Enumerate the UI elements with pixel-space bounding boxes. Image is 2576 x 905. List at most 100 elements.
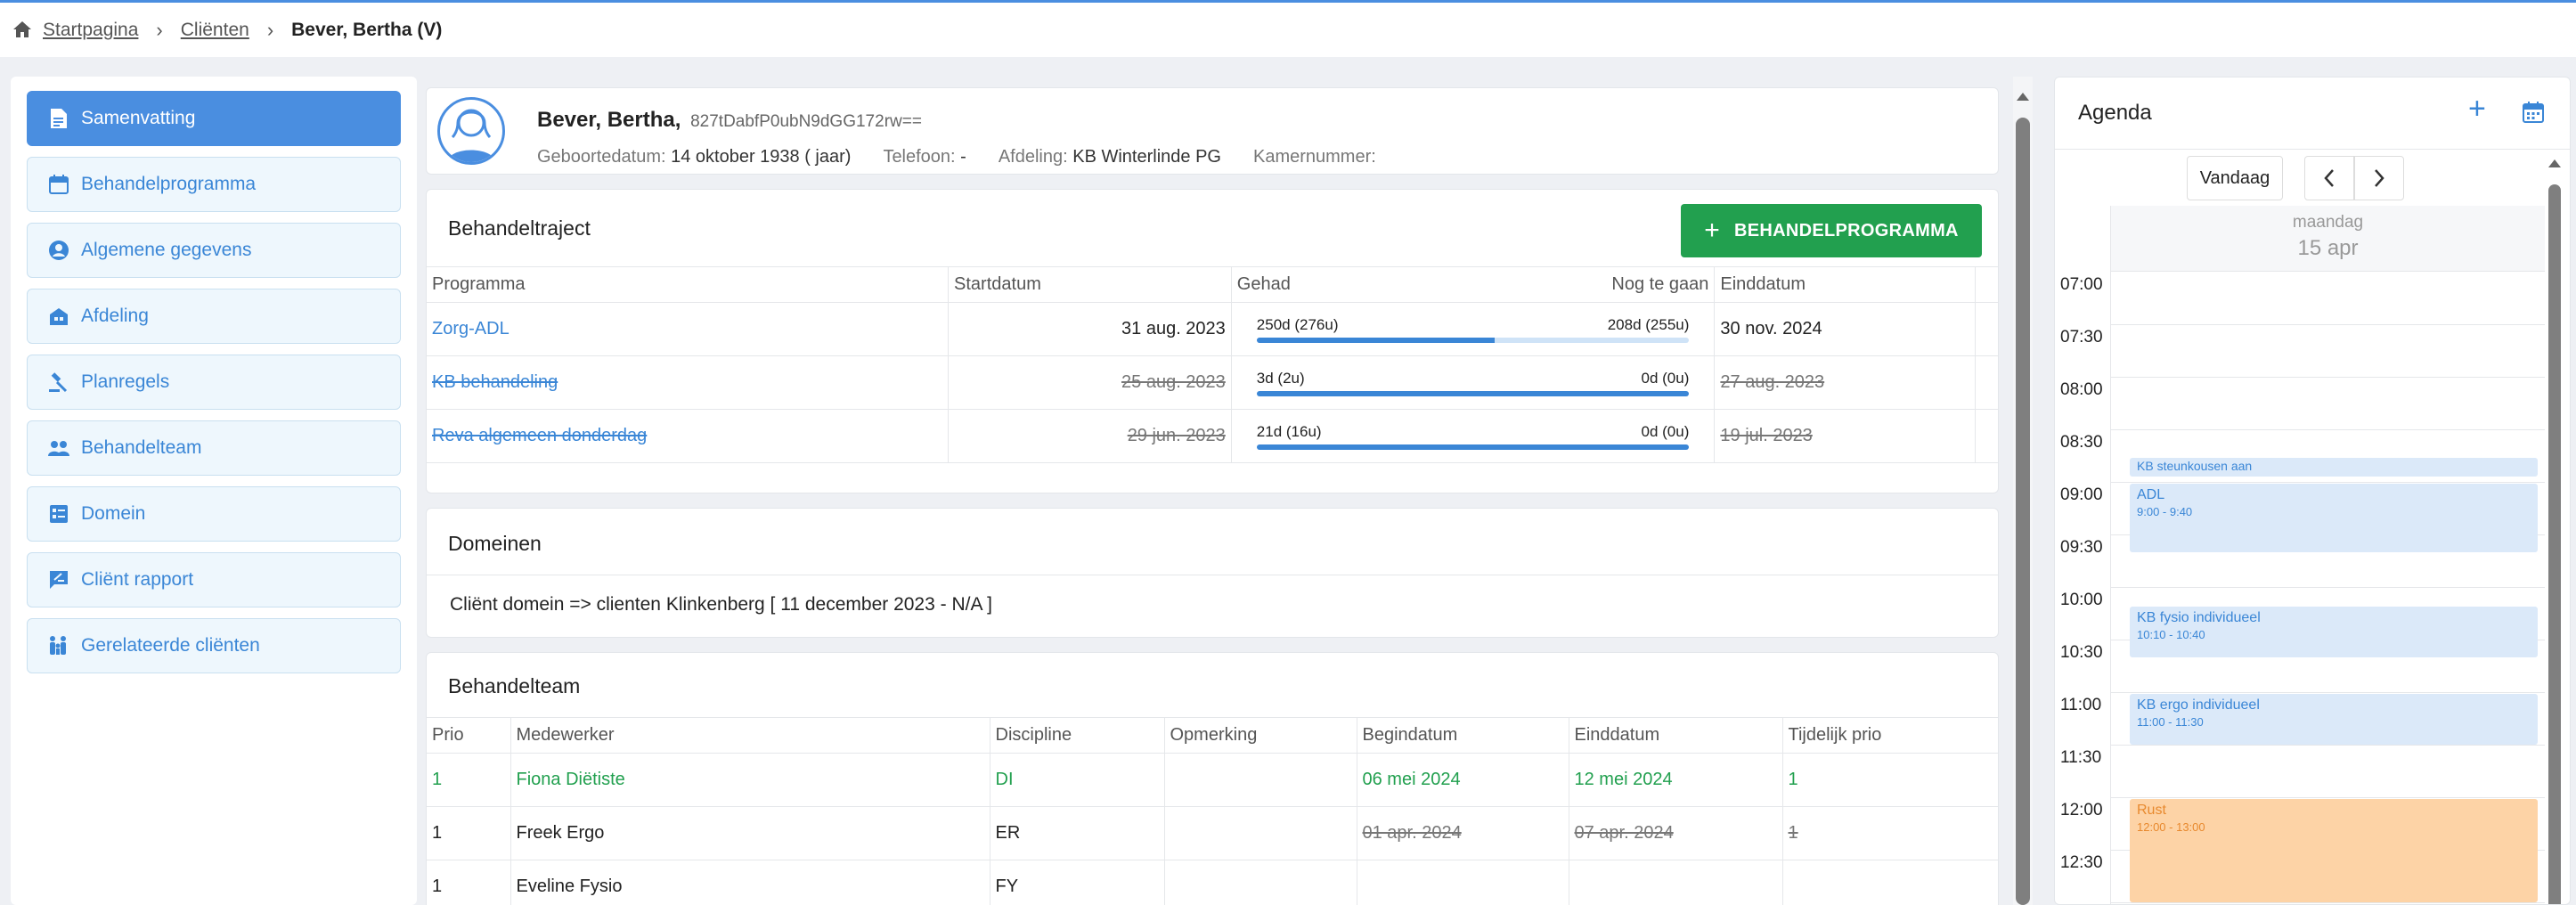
- button-label: BEHANDELPROGRAMMA: [1734, 220, 1959, 241]
- scroll-up-arrow-icon[interactable]: [2017, 93, 2029, 101]
- table-row[interactable]: 1 Freek Ergo ER 01 apr. 2024 07 apr. 202…: [427, 806, 1998, 860]
- time-label: 08:00: [2060, 380, 2103, 399]
- progress-remaining-label: 208d (255u): [1607, 315, 1690, 333]
- calendar-event[interactable]: KB fysio individueel 10:10 - 10:40: [2130, 606, 2538, 657]
- breadcrumb-clients-link[interactable]: Cliënten: [181, 20, 249, 41]
- report-icon: [47, 568, 70, 591]
- end-date-cell: 30 nov. 2024: [1714, 302, 1976, 356]
- room-field: Kamernummer:: [1253, 147, 1376, 167]
- scrollbar-thumb[interactable]: [2016, 118, 2030, 905]
- empty-cell: [1975, 355, 1998, 410]
- calendar-event[interactable]: Rust 12:00 - 13:00: [2130, 799, 2538, 902]
- column-header[interactable]: Tijdelijk prio: [1781, 717, 1998, 754]
- sidebar-item-label: Gerelateerde cliënten: [81, 635, 260, 656]
- group-icon: [47, 436, 70, 460]
- phone-label: Telefoon:: [883, 147, 956, 167]
- event-title: KB steunkousen aan: [2137, 458, 2253, 473]
- calendar-icon[interactable]: [2522, 101, 2545, 124]
- main-scrollbar[interactable]: [2013, 77, 2033, 905]
- sidebar-item-behandelprogramma[interactable]: Behandelprogramma: [27, 157, 401, 212]
- sidebar-item-client-rapport[interactable]: Cliënt rapport: [27, 552, 401, 607]
- end-date-cell: 07 apr. 2024: [1568, 806, 1782, 860]
- scrollbar-thumb[interactable]: [2548, 184, 2561, 904]
- column-header[interactable]: Opmerking: [1163, 717, 1357, 754]
- sidebar-item-domein[interactable]: Domein: [27, 486, 401, 542]
- time-label: 07:00: [2060, 275, 2103, 294]
- chevron-left-icon: [2324, 169, 2334, 187]
- sidebar-item-behandelteam[interactable]: Behandelteam: [27, 420, 401, 476]
- calendar-day-grid[interactable]: maandag 15 apr 07:00 07:30 08:00 08:30 09:00…: [2055, 206, 2545, 904]
- column-header[interactable]: Medewerker: [509, 717, 990, 754]
- calendar-event[interactable]: KB steunkousen aan: [2130, 457, 2538, 477]
- sidebar-item-afdeling[interactable]: Afdeling: [27, 289, 401, 344]
- start-date-cell: 29 jun. 2023: [948, 409, 1232, 463]
- sidebar-item-label: Samenvatting: [81, 108, 196, 128]
- table-row[interactable]: 1 Fiona Diëtiste DI 06 mei 2024 12 mei 2…: [427, 753, 1998, 807]
- document-icon: [47, 107, 70, 130]
- time-slot-line: [2110, 902, 2545, 903]
- chevron-right-icon: ›: [266, 18, 274, 41]
- breadcrumb: Startpagina › Cliënten › Bever, Bertha (…: [0, 0, 2576, 57]
- time-label: 11:30: [2060, 748, 2102, 767]
- progress-bar: [1256, 390, 1690, 396]
- sidebar-item-label: Domein: [81, 503, 146, 524]
- start-date-cell: 31 aug. 2023: [948, 302, 1232, 356]
- time-label: 12:30: [2060, 853, 2103, 872]
- team-table: Prio Medewerker Discipline Opmerking Beg…: [427, 717, 1998, 905]
- department-value: KB Winterlinde PG: [1072, 147, 1221, 167]
- progress-bar-fill: [1256, 444, 1690, 450]
- begin-date-cell: 06 mei 2024: [1356, 753, 1569, 807]
- program-link[interactable]: Zorg-ADL: [432, 319, 509, 338]
- time-slot-line: [2110, 429, 2545, 430]
- time-label: 08:30: [2060, 433, 2103, 452]
- previous-day-button[interactable]: [2304, 156, 2354, 200]
- time-label: 10:00: [2060, 591, 2103, 609]
- department-field: Afdeling: KB Winterlinde PG: [999, 147, 1221, 167]
- patient-name: Bever, Bertha, 827tDabfP0ubN9dGG172rw==: [537, 108, 922, 133]
- progress-bar: [1256, 444, 1690, 450]
- patient-name-text: Bever, Bertha,: [537, 108, 681, 132]
- program-link[interactable]: Reva algemeen donderdag: [432, 426, 647, 445]
- sidebar-item-label: Cliënt rapport: [81, 569, 194, 590]
- event-title: KB ergo individueel: [2137, 697, 2260, 713]
- sidebar-item-algemene-gegevens[interactable]: Algemene gegevens: [27, 223, 401, 278]
- begin-date-cell: 01 apr. 2024: [1356, 806, 1569, 860]
- column-header[interactable]: Programma: [427, 266, 949, 303]
- time-slot-line: [2110, 377, 2545, 378]
- scroll-up-arrow-icon[interactable]: [2548, 159, 2561, 167]
- employee-cell: Freek Ergo: [509, 806, 990, 860]
- prio-cell: 1: [427, 806, 510, 860]
- column-header-gehad: Gehad: [1236, 274, 1291, 294]
- home-icon[interactable]: [12, 20, 34, 40]
- add-appointment-icon[interactable]: +: [2468, 94, 2486, 124]
- day-column-border: [2110, 272, 2111, 904]
- sidebar-item-planregels[interactable]: Planregels: [27, 355, 401, 410]
- calendar-event[interactable]: ADL 9:00 - 9:40: [2130, 484, 2538, 552]
- patient-header: Bever, Bertha, 827tDabfP0ubN9dGG172rw== …: [426, 87, 1999, 175]
- main-content: Bever, Bertha, 827tDabfP0ubN9dGG172rw== …: [426, 77, 2002, 905]
- program-link[interactable]: KB behandeling: [432, 372, 558, 392]
- table-row: Zorg-ADL 31 aug. 2023 250d (276u) 208d (2…: [427, 302, 1998, 356]
- column-header[interactable]: Startdatum: [948, 266, 1232, 303]
- next-day-button[interactable]: [2354, 156, 2404, 200]
- column-header[interactable]: Begindatum: [1356, 717, 1569, 754]
- sidebar-item-samenvatting[interactable]: Samenvatting: [27, 91, 401, 146]
- begin-date-cell: [1356, 860, 1569, 905]
- column-header[interactable]: Discipline: [989, 717, 1164, 754]
- calendar-event[interactable]: KB ergo individueel 11:00 - 11:30: [2130, 694, 2538, 745]
- sidebar-item-label: Behandelteam: [81, 437, 202, 458]
- discipline-cell: ER: [989, 806, 1164, 860]
- today-button[interactable]: Vandaag: [2187, 156, 2283, 200]
- column-header[interactable]: Einddatum: [1568, 717, 1782, 754]
- column-header[interactable]: Gehad Nog te gaan: [1230, 266, 1715, 303]
- add-treatment-program-button[interactable]: + BEHANDELPROGRAMMA: [1681, 204, 1982, 257]
- event-time: 9:00 - 9:40: [2137, 505, 2193, 518]
- column-header[interactable]: Einddatum: [1714, 266, 1976, 303]
- agenda-scrollbar[interactable]: [2545, 159, 2564, 904]
- empty-cell: [1975, 409, 1998, 463]
- breadcrumb-home-link[interactable]: Startpagina: [43, 20, 138, 41]
- table-row[interactable]: 1 Eveline Fysio FY: [427, 860, 1998, 905]
- column-header[interactable]: Prio: [427, 717, 510, 754]
- building-icon: [47, 305, 70, 328]
- sidebar-item-gerelateerde-clienten[interactable]: Gerelateerde cliënten: [27, 618, 401, 673]
